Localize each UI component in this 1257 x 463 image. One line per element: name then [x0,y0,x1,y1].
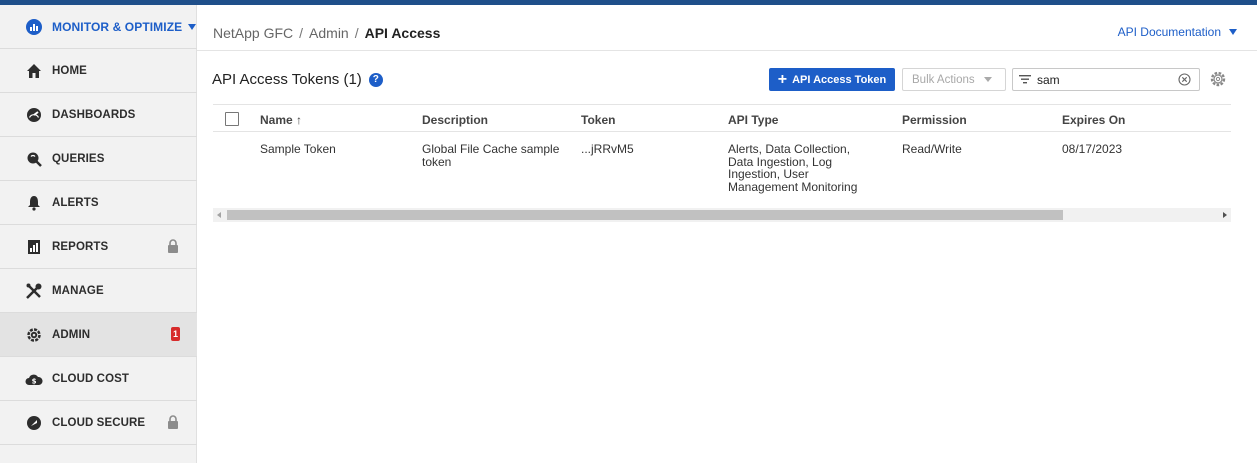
admin-gear-icon [25,326,43,344]
horizontal-scrollbar[interactable] [213,208,1231,222]
page-title: API Access Tokens (1) ? [212,71,383,88]
sidebar-item-cloud-secure[interactable]: CLOUD SECURE [0,401,197,445]
breadcrumb-separator: / [299,25,304,41]
queries-icon [25,150,43,168]
sidebar-item-cloud-cost[interactable]: $ CLOUD COST [0,357,197,401]
cell-api-type: Alerts, Data Collection, Data Ingestion,… [728,143,857,193]
clear-filter-icon[interactable] [1178,73,1191,86]
filter-icon [1019,71,1031,89]
select-all-checkbox[interactable] [225,112,239,126]
scroll-right-arrow-icon[interactable] [1223,212,1227,218]
notification-badge: 1 [171,327,180,341]
plus-icon: + [777,70,788,88]
shield-icon [25,414,43,432]
sidebar-item-label: MONITOR & OPTIMIZE [52,19,183,34]
sidebar-item-label: MANAGE [52,284,104,297]
column-header-permission[interactable]: Permission [902,113,967,127]
scroll-left-arrow-icon[interactable] [217,212,221,218]
column-header-token[interactable]: Token [581,113,615,127]
gear-icon[interactable] [1209,70,1227,88]
sidebar-item-label: CLOUD SECURE [52,416,146,429]
breadcrumb-item-current: API Access [364,25,441,41]
cell-description: Global File Cache sample token [422,143,559,168]
sidebar-item-label: DASHBOARDS [52,108,136,121]
filter-input[interactable] [1037,72,1177,87]
breadcrumb-item-admin[interactable]: Admin [309,25,349,41]
svg-text:$: $ [32,377,37,385]
help-icon[interactable]: ? [368,72,383,87]
add-button-label: API Access Token [792,73,887,86]
column-header-name[interactable]: Name ↑ [260,113,302,127]
sidebar-item-label: ADMIN [52,328,91,341]
bulk-actions-label: Bulk Actions [912,73,975,86]
cell-token: ...jRRvM5 [581,142,634,156]
header-divider [197,50,1257,51]
cell-expires-on: 08/17/2023 [1062,142,1123,156]
api-documentation-label: API Documentation [1117,25,1221,39]
bell-icon [25,194,43,212]
chevron-down-icon [1229,29,1237,35]
cell-api-type-line: Management Monitoring [728,179,858,194]
cell-api-type-line: Alerts, Data Collection, [728,142,851,156]
add-api-access-token-button[interactable]: + API Access Token [769,68,895,91]
table-header: Name ↑ Description Token API Type Permis… [213,104,1231,132]
sidebar-item-admin[interactable]: ADMIN 1 [0,313,197,357]
sidebar-item-label: CLOUD COST [52,372,130,385]
sidebar-item-monitor-optimize[interactable]: MONITOR & OPTIMIZE [0,5,197,49]
api-documentation-menu[interactable]: API Documentation [1118,25,1237,39]
sidebar-item-alerts[interactable]: ALERTS [0,181,197,225]
monitor-optimize-icon [25,18,43,36]
sidebar-item-label: QUERIES [52,152,105,165]
scrollbar-thumb[interactable] [227,210,1063,220]
cell-description-line: Global File Cache sample [422,142,560,156]
sidebar-item-reports[interactable]: REPORTS [0,225,197,269]
chevron-down-icon [188,23,197,30]
dashboards-icon [25,106,43,124]
sidebar-item-dashboards[interactable]: DASHBOARDS [0,93,197,137]
sidebar-item-label: REPORTS [52,240,109,253]
page-title-text: API Access Tokens (1) [212,71,362,88]
breadcrumb: NetApp GFC / Admin / API Access [213,25,440,41]
sidebar-item-label: ALERTS [52,196,99,209]
sidebar-item-manage[interactable]: MANAGE [0,269,197,313]
cell-description-line: token [422,154,452,169]
sidebar-item-home[interactable]: HOME [0,49,197,93]
home-icon [25,62,43,80]
sidebar-item-queries[interactable]: QUERIES [0,137,197,181]
tools-icon [25,282,43,300]
breadcrumb-separator: / [354,25,359,41]
lock-icon [167,415,181,429]
chevron-down-icon [983,77,992,82]
column-header-api-type[interactable]: API Type [728,113,778,127]
cloud-cost-icon: $ [25,370,43,388]
filter-input-box[interactable] [1012,68,1200,91]
breadcrumb-item-root[interactable]: NetApp GFC [213,25,293,41]
sidebar: MONITOR & OPTIMIZE HOME DASHBOARDS QUERI… [0,5,197,463]
table-row[interactable]: Sample Token Global File Cache sample to… [213,132,1231,206]
lock-icon [167,239,181,253]
reports-icon [25,238,43,256]
sidebar-item-label: HOME [52,64,87,77]
column-header-description[interactable]: Description [422,113,488,127]
cell-api-type-line: Ingestion, User [728,167,809,181]
bulk-actions-button[interactable]: Bulk Actions [902,68,1006,91]
cell-name: Sample Token [260,142,336,156]
column-header-expires-on[interactable]: Expires On [1062,113,1125,127]
cell-permission: Read/Write [902,142,962,156]
